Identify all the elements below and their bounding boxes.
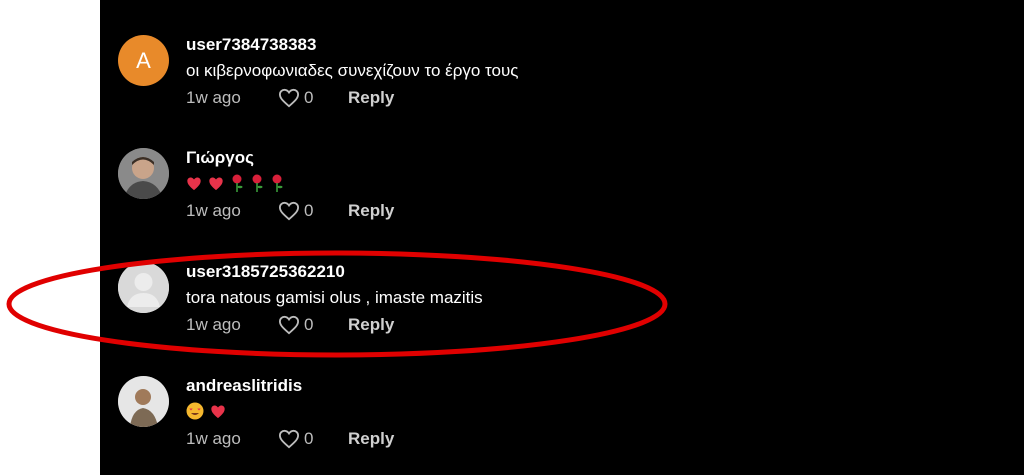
comment-time: 1w ago bbox=[186, 201, 241, 220]
reply-button[interactable]: Reply bbox=[348, 201, 394, 221]
heart-outline-icon bbox=[278, 315, 300, 335]
comment-username[interactable]: user7384738383 bbox=[186, 35, 316, 55]
avatar[interactable] bbox=[118, 376, 169, 427]
like-count: 0 bbox=[304, 429, 314, 448]
comment-time: 1w ago bbox=[186, 88, 241, 107]
heart-icon bbox=[187, 177, 201, 190]
comment-username[interactable]: Γιώργος bbox=[186, 148, 254, 168]
default-avatar-icon bbox=[118, 262, 169, 313]
heart-outline-icon bbox=[278, 429, 300, 449]
like-button[interactable]: 0 bbox=[278, 315, 348, 335]
comment-time: 1w ago bbox=[186, 315, 241, 334]
comment-text: tora natous gamisi olus , imaste mazitis bbox=[186, 288, 483, 307]
comment-time: 1w ago bbox=[186, 429, 241, 448]
comment-emojis bbox=[186, 174, 284, 192]
avatar-letter: A bbox=[136, 47, 151, 73]
like-button[interactable]: 0 bbox=[278, 429, 348, 449]
rose-icon bbox=[252, 174, 263, 192]
heart-icon bbox=[209, 177, 223, 190]
like-button[interactable]: 0 bbox=[278, 88, 348, 108]
comment-meta: 1w ago 0 Reply bbox=[186, 201, 394, 221]
person-photo-icon bbox=[118, 148, 169, 199]
comment-username[interactable]: andreaslitridis bbox=[186, 376, 302, 396]
like-count: 0 bbox=[304, 88, 314, 107]
avatar[interactable] bbox=[118, 262, 169, 313]
rose-icon bbox=[232, 174, 243, 192]
like-count: 0 bbox=[304, 315, 314, 334]
avatar[interactable] bbox=[118, 148, 169, 199]
heart-outline-icon bbox=[278, 88, 300, 108]
comment-emojis bbox=[186, 402, 226, 420]
like-count: 0 bbox=[304, 201, 314, 220]
avatar[interactable]: A bbox=[118, 35, 169, 86]
comment-text: οι κιβερνοφωνιαδες συνεχίζουν το έργο το… bbox=[186, 61, 519, 80]
comment-meta: 1w ago 0 Reply bbox=[186, 429, 394, 449]
heart-outline-icon bbox=[278, 201, 300, 221]
person-photo-icon bbox=[118, 376, 169, 427]
reply-button[interactable]: Reply bbox=[348, 429, 394, 449]
comment-meta: 1w ago 0 Reply bbox=[186, 315, 394, 335]
rose-icon bbox=[272, 174, 283, 192]
heart-eyes-icon bbox=[186, 402, 204, 420]
comment-username[interactable]: user3185725362210 bbox=[186, 262, 345, 282]
like-button[interactable]: 0 bbox=[278, 201, 348, 221]
reply-button[interactable]: Reply bbox=[348, 315, 394, 335]
heart-icon bbox=[211, 405, 225, 418]
reply-button[interactable]: Reply bbox=[348, 88, 394, 108]
comment-meta: 1w ago 0 Reply bbox=[186, 88, 394, 108]
